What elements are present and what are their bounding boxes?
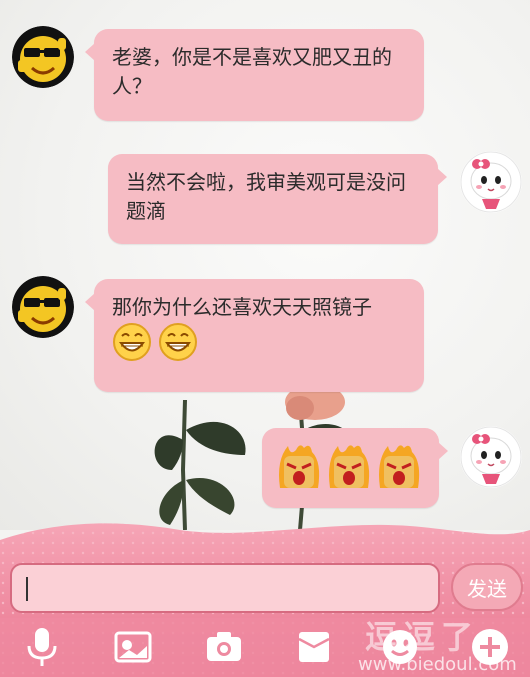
card-icon[interactable] — [294, 625, 334, 669]
message-input[interactable] — [10, 563, 440, 613]
message-text: 老婆，你是不是喜欢又肥又丑的人？ — [112, 45, 392, 98]
angry-flame-emoji — [329, 445, 370, 488]
emoji-group — [112, 322, 198, 362]
emoji-group — [276, 440, 422, 490]
camera-icon[interactable] — [204, 625, 244, 669]
message-bubble[interactable] — [262, 428, 448, 508]
message-text: 那你为什么还喜欢天天照镜子 — [112, 295, 372, 319]
message-bubble[interactable]: 那你为什么还喜欢天天照镜子 — [85, 279, 424, 392]
angry-flame-emoji — [379, 445, 420, 488]
send-button-label: 发送 — [467, 576, 507, 601]
cute-girl-avatar[interactable] — [460, 151, 522, 213]
message-bubble[interactable]: 老婆，你是不是喜欢又肥又丑的人？ — [85, 29, 424, 121]
grin-emoji — [159, 323, 197, 361]
watermark-logo: 逗逗了 — [365, 618, 480, 656]
microphone-icon[interactable] — [22, 625, 62, 669]
send-button[interactable]: 发送 — [451, 563, 523, 611]
message-text: 当然不会啦，我审美观可是没问题滴 — [126, 170, 406, 223]
photo-album-icon[interactable] — [113, 625, 153, 669]
message-bubble[interactable]: 当然不会啦，我审美观可是没问题滴 — [108, 154, 447, 244]
watermark-url: www.biedoul.com — [358, 654, 517, 675]
angry-flame-emoji — [279, 445, 320, 488]
text-caret — [26, 577, 28, 601]
sunglasses-emoji-avatar[interactable] — [12, 276, 74, 338]
chat-thread: 老婆，你是不是喜欢又肥又丑的人？ 当然不会啦，我审美观可是没问题滴 那你为什么还… — [0, 0, 530, 530]
cute-girl-avatar[interactable] — [460, 426, 522, 488]
grin-emoji — [113, 323, 151, 361]
sunglasses-emoji-avatar[interactable] — [12, 26, 74, 88]
